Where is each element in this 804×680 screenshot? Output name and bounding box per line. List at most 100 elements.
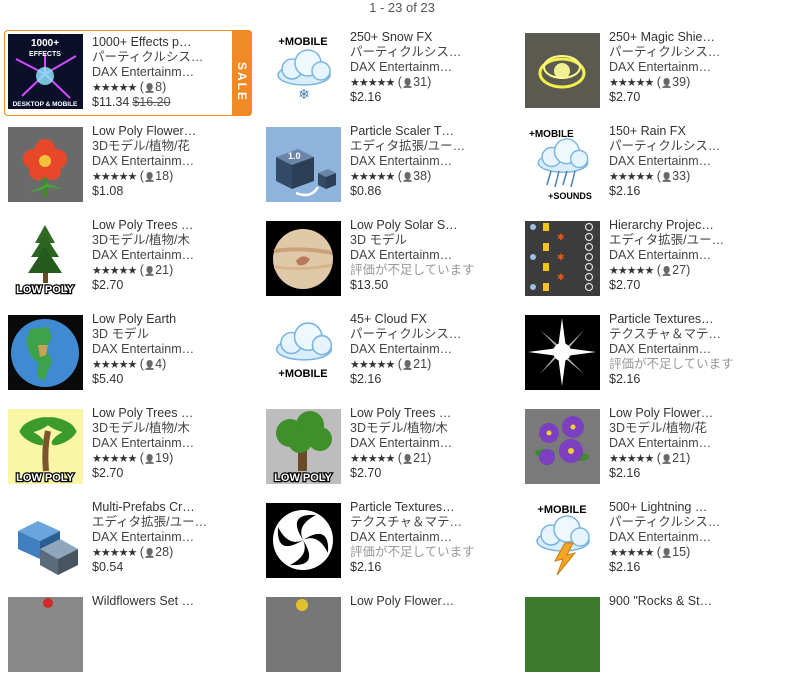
product-category[interactable]: パーティクルシス… (350, 45, 478, 60)
product-card[interactable]: Low Poly Flower… 3Dモデル/植物/花 DAX Entertainm… (521, 406, 769, 492)
product-publisher[interactable]: DAX Entertainm… (92, 65, 220, 80)
product-publisher[interactable]: DAX Entertainm… (92, 436, 220, 451)
product-publisher[interactable]: DAX Entertainm… (609, 154, 737, 169)
product-category[interactable]: 3Dモデル/植物/花 (609, 421, 737, 436)
product-publisher[interactable]: DAX Entertainm… (609, 436, 737, 451)
product-category[interactable]: 3D モデル (350, 233, 478, 248)
product-thumbnail[interactable]: +MOBILE (525, 503, 600, 578)
product-card[interactable]: Low Poly Earth 3D モデル DAX Entertainm… ★★★★★… (4, 312, 252, 398)
svg-text:✱: ✱ (557, 272, 565, 282)
product-category[interactable]: 3D モデル (92, 327, 220, 342)
product-card[interactable]: 1000+ EFFECTS DESKTOP & MOBILE 1000+ Effe… (4, 30, 252, 116)
product-title[interactable]: Low Poly Flower… (92, 124, 220, 139)
product-title[interactable]: Low Poly Solar S… (350, 218, 478, 233)
product-title[interactable]: Low Poly Flower… (350, 594, 478, 609)
product-card[interactable]: +MOBILE +SOUNDS 150+ Rain FX パーティクルシス… DAX … (521, 124, 769, 210)
product-category[interactable]: パーティクルシス… (92, 50, 220, 65)
product-card[interactable]: Particle Textures… テクスチャ＆マテ… DAX Entertain… (262, 500, 510, 586)
product-category[interactable]: テクスチャ＆マテ… (609, 327, 737, 342)
product-category[interactable]: エディタ拡張/ユー… (609, 233, 737, 248)
product-publisher[interactable]: DAX Entertainm… (92, 342, 220, 357)
product-category[interactable]: テクスチャ＆マテ… (350, 515, 478, 530)
product-title[interactable]: Multi-Prefabs Cr… (92, 500, 220, 515)
product-card[interactable]: Low Poly Flower… (262, 594, 510, 680)
product-card[interactable]: LOW POLY Low Poly Trees … 3Dモデル/植物/木 DAX En… (4, 218, 252, 304)
product-publisher[interactable]: DAX Entertainm… (92, 154, 220, 169)
product-thumbnail[interactable] (525, 409, 600, 484)
product-title[interactable]: Particle Scaler T… (350, 124, 478, 139)
product-card[interactable]: +MOBILE 500+ Lightning … パーティクルシス… DAX Ent… (521, 500, 769, 586)
product-thumbnail[interactable] (525, 597, 600, 672)
product-title[interactable]: Low Poly Trees … (92, 218, 220, 233)
product-thumbnail[interactable] (266, 221, 341, 296)
product-category[interactable]: パーティクルシス… (609, 139, 737, 154)
product-card[interactable]: 1.0 Particle Scaler T… エディタ拡張/ユー… DAX Ente… (262, 124, 510, 210)
product-title[interactable]: 250+ Snow FX (350, 30, 478, 45)
product-card[interactable]: +MOBILE ❄ 250+ Snow FX パーティクルシス… DAX Entert… (262, 30, 510, 116)
product-category[interactable]: 3Dモデル/植物/木 (350, 421, 478, 436)
product-card[interactable]: LOW POLY Low Poly Trees … 3Dモデル/植物/木 DAX En… (262, 406, 510, 492)
product-title[interactable]: 1000+ Effects p… (92, 35, 220, 50)
product-card[interactable]: 900 "Rocks & St… (521, 594, 769, 680)
product-thumbnail[interactable]: LOW POLY (8, 221, 83, 296)
product-category[interactable]: パーティクルシス… (609, 515, 737, 530)
product-title[interactable]: 250+ Magic Shie… (609, 30, 737, 45)
product-card[interactable]: Particle Textures… テクスチャ＆マテ… DAX Entertain… (521, 312, 769, 398)
product-thumbnail[interactable] (8, 315, 83, 390)
product-thumbnail[interactable]: ✱ ✱ ✱ (525, 221, 600, 296)
product-card[interactable]: ✱ ✱ ✱ Hierarchy Projec… エディタ拡張/ユー… DAX Entert… (521, 218, 769, 304)
product-publisher[interactable]: DAX Entertainm… (609, 530, 737, 545)
product-card[interactable]: 250+ Magic Shie… パーティクルシス… DAX Entertainm…… (521, 30, 769, 116)
product-thumbnail[interactable] (8, 127, 83, 202)
product-title[interactable]: Particle Textures… (350, 500, 478, 515)
product-publisher[interactable]: DAX Entertainm… (609, 342, 737, 357)
product-category[interactable]: エディタ拡張/ユー… (92, 515, 220, 530)
product-category[interactable]: 3Dモデル/植物/木 (92, 421, 220, 436)
product-thumbnail[interactable] (266, 503, 341, 578)
product-publisher[interactable]: DAX Entertainm… (609, 248, 737, 263)
product-thumbnail[interactable]: +MOBILE +SOUNDS (525, 127, 600, 202)
product-publisher[interactable]: DAX Entertainm… (350, 154, 478, 169)
product-title[interactable]: 500+ Lightning … (609, 500, 737, 515)
product-thumbnail[interactable] (8, 597, 83, 672)
product-card[interactable]: Low Poly Solar S… 3D モデル DAX Entertainm… 評価… (262, 218, 510, 304)
product-publisher[interactable]: DAX Entertainm… (350, 436, 478, 451)
product-thumbnail[interactable] (525, 33, 600, 108)
product-category[interactable]: パーティクルシス… (609, 45, 737, 60)
product-publisher[interactable]: DAX Entertainm… (350, 248, 478, 263)
product-title[interactable]: Low Poly Trees … (92, 406, 220, 421)
product-card[interactable]: Wildflowers Set … (4, 594, 252, 680)
product-category[interactable]: 3Dモデル/植物/木 (92, 233, 220, 248)
product-thumbnail[interactable] (266, 597, 341, 672)
product-thumbnail[interactable] (525, 315, 600, 390)
product-thumbnail[interactable]: 1.0 (266, 127, 341, 202)
product-title[interactable]: Hierarchy Projec… (609, 218, 737, 233)
product-publisher[interactable]: DAX Entertainm… (92, 530, 220, 545)
product-publisher[interactable]: DAX Entertainm… (350, 530, 478, 545)
product-card[interactable]: +MOBILE 45+ Cloud FX パーティクルシス… DAX Entertai… (262, 312, 510, 398)
product-category[interactable]: パーティクルシス… (350, 327, 478, 342)
product-thumbnail[interactable]: LOW POLY (266, 409, 341, 484)
product-card[interactable]: Low Poly Flower… 3Dモデル/植物/花 DAX Entertainm… (4, 124, 252, 210)
product-publisher[interactable]: DAX Entertainm… (609, 60, 737, 75)
product-thumbnail[interactable]: LOW POLY (8, 409, 83, 484)
product-thumbnail[interactable]: +MOBILE ❄ (266, 33, 341, 108)
product-title[interactable]: Particle Textures… (609, 312, 737, 327)
product-title[interactable]: 150+ Rain FX (609, 124, 737, 139)
product-category[interactable]: エディタ拡張/ユー… (350, 139, 478, 154)
product-title[interactable]: Low Poly Earth (92, 312, 220, 327)
product-thumbnail[interactable]: 1000+ EFFECTS DESKTOP & MOBILE (8, 34, 83, 109)
product-card[interactable]: Multi-Prefabs Cr… エディタ拡張/ユー… DAX Entertain… (4, 500, 252, 586)
product-publisher[interactable]: DAX Entertainm… (92, 248, 220, 263)
product-card[interactable]: LOW POLY Low Poly Trees … 3Dモデル/植物/木 DAX En… (4, 406, 252, 492)
product-title[interactable]: Wildflowers Set … (92, 594, 220, 609)
product-publisher[interactable]: DAX Entertainm… (350, 342, 478, 357)
product-title[interactable]: Low Poly Flower… (609, 406, 737, 421)
product-category[interactable]: 3Dモデル/植物/花 (92, 139, 220, 154)
product-thumbnail[interactable]: +MOBILE (266, 315, 341, 390)
product-title[interactable]: 45+ Cloud FX (350, 312, 478, 327)
product-title[interactable]: 900 "Rocks & St… (609, 594, 737, 609)
product-publisher[interactable]: DAX Entertainm… (350, 60, 478, 75)
product-thumbnail[interactable] (8, 503, 83, 578)
product-title[interactable]: Low Poly Trees … (350, 406, 478, 421)
